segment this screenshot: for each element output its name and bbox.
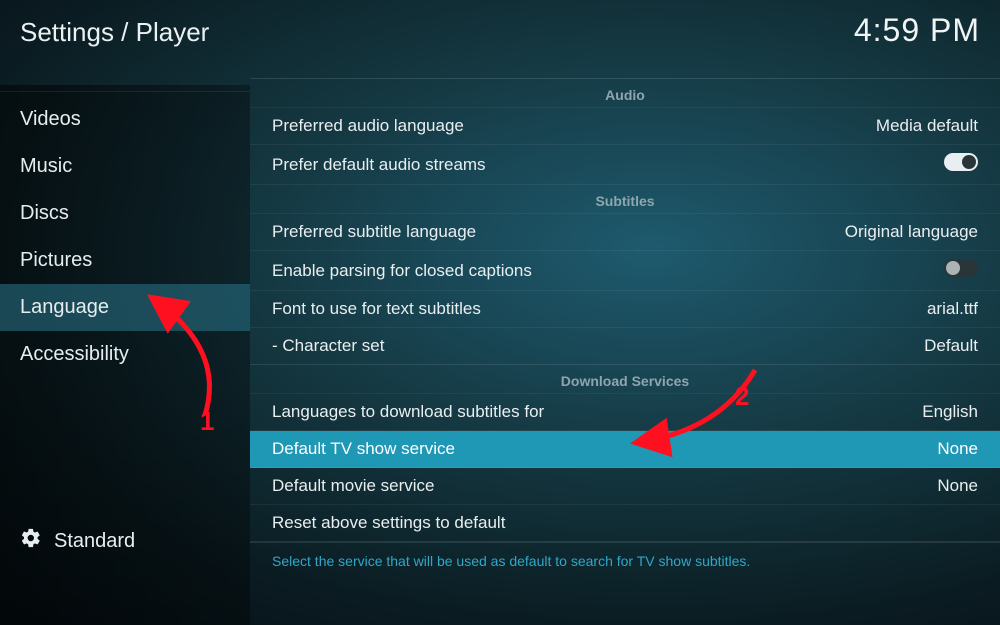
setting-default-movie-service[interactable]: Default movie service None — [250, 468, 1000, 505]
sidebar-item-label: Language — [20, 296, 109, 318]
setting-value: None — [937, 476, 978, 496]
setting-languages-to-download[interactable]: Languages to download subtitles for Engl… — [250, 394, 1000, 431]
sidebar-item-pictures[interactable]: Pictures — [0, 237, 250, 284]
setting-value: Default — [924, 336, 978, 356]
toggle-on-icon[interactable] — [944, 153, 978, 176]
setting-preferred-audio-language[interactable]: Preferred audio language Media default — [250, 108, 1000, 145]
setting-value: Media default — [876, 116, 978, 136]
setting-default-tv-show-service[interactable]: Default TV show service None — [250, 431, 1000, 468]
sidebar-item-label: Music — [20, 155, 72, 177]
setting-label: Reset above settings to default — [272, 513, 505, 533]
sidebar-item-videos[interactable]: Videos — [0, 96, 250, 143]
settings-panel: Audio Preferred audio language Media def… — [250, 78, 1000, 625]
setting-value: arial.ttf — [927, 299, 978, 319]
sidebar-item-label: Discs — [20, 202, 69, 224]
sidebar-item-label: Accessibility — [20, 343, 129, 365]
setting-label: Default movie service — [272, 476, 435, 496]
setting-value: English — [922, 402, 978, 422]
setting-enable-closed-captions[interactable]: Enable parsing for closed captions — [250, 251, 1000, 291]
sidebar-item-language[interactable]: Language — [0, 284, 250, 331]
setting-value: None — [937, 439, 978, 459]
sidebar-item-label: Pictures — [20, 249, 92, 271]
setting-label: Preferred subtitle language — [272, 222, 476, 242]
setting-reset-defaults[interactable]: Reset above settings to default — [250, 505, 1000, 542]
group-header-audio: Audio — [250, 79, 1000, 108]
setting-character-set[interactable]: - Character set Default — [250, 328, 1000, 365]
breadcrumb: Settings / Player — [20, 17, 209, 48]
setting-preferred-subtitle-language[interactable]: Preferred subtitle language Original lan… — [250, 214, 1000, 251]
setting-prefer-default-audio-streams[interactable]: Prefer default audio streams — [250, 145, 1000, 185]
setting-label: Default TV show service — [272, 439, 455, 459]
setting-subtitle-font[interactable]: Font to use for text subtitles arial.ttf — [250, 291, 1000, 328]
group-header-download-services: Download Services — [250, 365, 1000, 394]
settings-level-label: Standard — [54, 530, 135, 553]
group-header-subtitles: Subtitles — [250, 185, 1000, 214]
toggle-off-icon[interactable] — [944, 259, 978, 282]
setting-label: Preferred audio language — [272, 116, 464, 136]
sidebar-item-discs[interactable]: Discs — [0, 190, 250, 237]
sidebar-item-label: Videos — [20, 108, 81, 130]
setting-value: Original language — [845, 222, 978, 242]
setting-label: Prefer default audio streams — [272, 155, 486, 175]
help-text: Select the service that will be used as … — [250, 542, 1000, 579]
setting-label: - Character set — [272, 336, 384, 356]
gear-icon — [20, 527, 42, 555]
clock: 4:59 PM — [854, 12, 980, 49]
settings-level-button[interactable]: Standard — [20, 527, 135, 555]
sidebar: Videos Music Discs Pictures Language Acc… — [0, 85, 250, 625]
sidebar-item-music[interactable]: Music — [0, 143, 250, 190]
sidebar-item-accessibility[interactable]: Accessibility — [0, 331, 250, 378]
setting-label: Enable parsing for closed captions — [272, 261, 532, 281]
setting-label: Font to use for text subtitles — [272, 299, 481, 319]
setting-label: Languages to download subtitles for — [272, 402, 544, 422]
